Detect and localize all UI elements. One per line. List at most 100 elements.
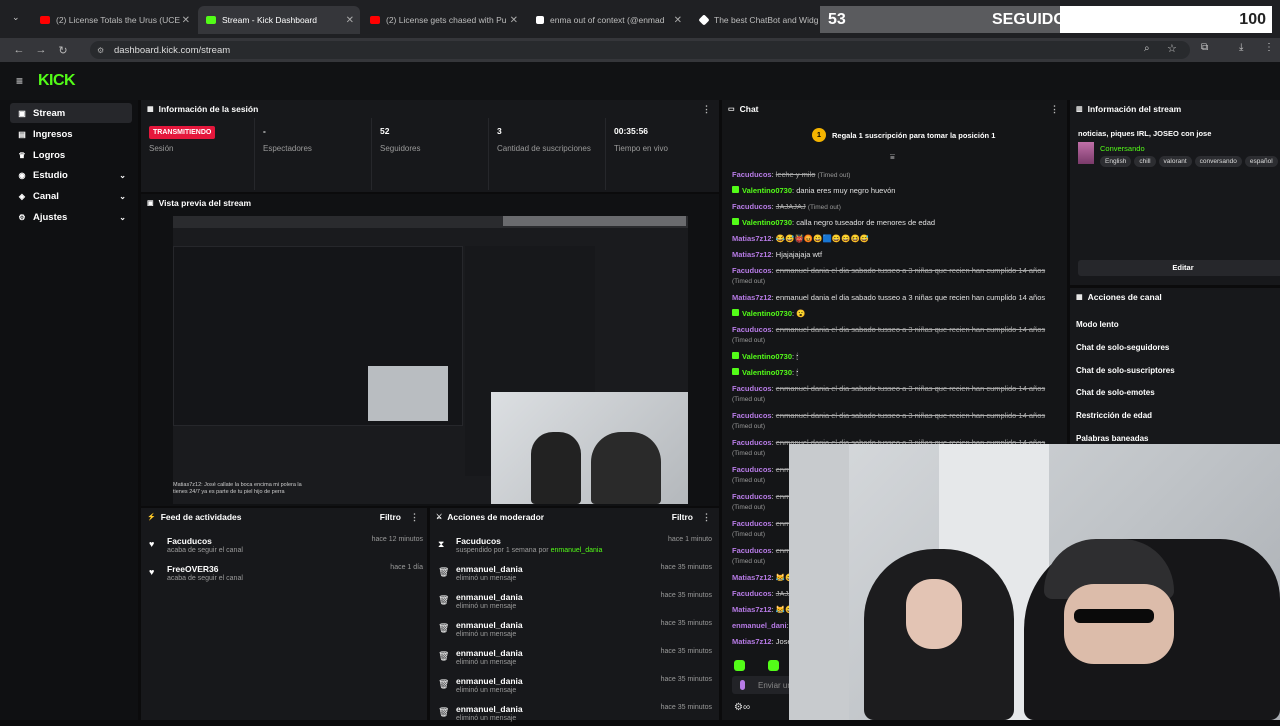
browser-tab-2[interactable]: Stream - Kick Dashboard ✕: [198, 6, 360, 34]
chat-username[interactable]: Valentino0730: [742, 218, 792, 227]
tag[interactable]: valorant: [1158, 156, 1192, 167]
list-item[interactable]: 🗑 enmanuel_dania eliminó un mensaje hace…: [436, 562, 716, 586]
chat-username[interactable]: Valentino0730: [742, 352, 792, 361]
tab-search-icon[interactable]: ⌄: [12, 12, 20, 23]
chat-message[interactable]: Facuducos: leche y milo (Timed out): [732, 170, 1067, 181]
filter-button[interactable]: Filtro: [380, 512, 401, 522]
filter-button[interactable]: Filtro: [672, 512, 693, 522]
chat-message[interactable]: Valentino0730: 😮: [732, 309, 1067, 319]
chat-username[interactable]: Facuducos: [732, 492, 772, 501]
zoom-icon[interactable]: ⌕: [1144, 43, 1150, 54]
age-restriction-toggle[interactable]: Restricción de edad: [1076, 411, 1152, 420]
chat-username[interactable]: Valentino0730: [742, 309, 792, 318]
close-icon[interactable]: ✕: [346, 15, 354, 26]
chat-username[interactable]: Facuducos: [732, 438, 772, 447]
category-thumbnail[interactable]: [1078, 142, 1094, 164]
chat-message[interactable]: Matias7z12: Hjajajajaja wtf: [732, 250, 1067, 260]
chat-username[interactable]: Facuducos: [732, 170, 772, 179]
sidebar-item-estudio[interactable]: ◉ Estudio ⌄: [10, 165, 132, 185]
more-options-icon[interactable]: ⋮: [702, 104, 711, 115]
edit-button[interactable]: Editar: [1078, 260, 1280, 276]
list-item[interactable]: 🗑 enmanuel_dania eliminó un mensaje hace…: [436, 646, 716, 670]
chat-message[interactable]: Valentino0730: 🕯: [732, 368, 1067, 378]
hamburger-menu-icon[interactable]: ≡: [16, 74, 23, 88]
subscribers-only-toggle[interactable]: Chat de solo-suscriptores: [1076, 366, 1175, 375]
sidebar-item-canal[interactable]: ◈ Canal ⌄: [10, 186, 132, 206]
slow-mode-toggle[interactable]: Modo lento: [1076, 320, 1119, 329]
site-info-icon[interactable]: ⚙: [97, 46, 104, 55]
list-item[interactable]: ⧗ Facuducos suspendido por 1 semana por …: [436, 534, 716, 558]
chat-username[interactable]: Facuducos: [732, 519, 772, 528]
chat-username[interactable]: Facuducos: [732, 202, 772, 211]
sidebar-item-logros[interactable]: ♛ Logros: [10, 145, 132, 165]
emote-icon[interactable]: [734, 660, 745, 671]
sidebar-item-ingresos[interactable]: ▤ Ingresos: [10, 124, 132, 144]
download-icon[interactable]: ⤓: [1239, 42, 1243, 53]
url-field[interactable]: ⚙ dashboard.kick.com/stream: [90, 41, 1190, 59]
list-item[interactable]: 🗑 enmanuel_dania eliminó un mensaje hace…: [436, 618, 716, 642]
chat-username[interactable]: Matias7z12: [732, 573, 772, 582]
more-options-icon[interactable]: ⋮: [1050, 104, 1059, 115]
chat-message[interactable]: Facuducos: enmanuel dania el dia sabado …: [732, 411, 1067, 432]
sidebar-item-stream[interactable]: ▣ Stream: [10, 103, 132, 123]
chat-username[interactable]: Facuducos: [732, 411, 772, 420]
chat-message[interactable]: Facuducos: enmanuel dania el dia sabado …: [732, 266, 1067, 287]
tag[interactable]: chill: [1134, 156, 1156, 167]
list-item[interactable]: ♥ FreeOVER36 acaba de seguir el canal ha…: [147, 562, 427, 586]
extensions-icon[interactable]: ⧉: [1201, 42, 1208, 53]
kick-emote-icon[interactable]: [768, 660, 779, 671]
chat-message[interactable]: Matias7z12: 😂😅👹😡😀🟦😄😄😆😅: [732, 234, 1067, 244]
list-item[interactable]: 🗑 enmanuel_dania eliminó un mensaje hace…: [436, 702, 716, 726]
chat-settings-icon[interactable]: ⚙∞: [734, 702, 750, 713]
tag[interactable]: español: [1244, 156, 1278, 167]
chat-username[interactable]: Facuducos: [732, 266, 772, 275]
browser-tab-4[interactable]: enma out of context (@enmad ✕: [528, 6, 688, 34]
list-item[interactable]: 🗑 enmanuel_dania eliminó un mensaje hace…: [436, 590, 716, 614]
chat-message[interactable]: Valentino0730: dania eres muy negro huev…: [732, 186, 1067, 196]
chat-username[interactable]: Facuducos: [732, 546, 772, 555]
tag[interactable]: English: [1100, 156, 1132, 167]
chat-message[interactable]: Facuducos: JAJAJAJ (Timed out): [732, 202, 1067, 213]
chat-username[interactable]: Facuducos: [732, 325, 772, 334]
list-item[interactable]: 🗑 enmanuel_dania eliminó un mensaje hace…: [436, 674, 716, 698]
browser-menu-icon[interactable]: ⋮: [1264, 42, 1274, 53]
collapse-icon[interactable]: ⩸: [890, 152, 895, 162]
chat-username[interactable]: enmanuel_dani: [732, 621, 787, 630]
more-options-icon[interactable]: ⋮: [702, 512, 711, 523]
category-name[interactable]: Conversando: [1100, 144, 1145, 153]
browser-tab-3[interactable]: (2) License gets chased with Pu ✕: [362, 6, 524, 34]
followers-only-toggle[interactable]: Chat de solo-seguidores: [1076, 343, 1169, 352]
stream-preview-video[interactable]: Matias7z12: José callate la boca encima …: [173, 216, 688, 504]
chat-username[interactable]: Facuducos: [732, 589, 772, 598]
chat-message[interactable]: Matias7z12: enmanuel dania el dia sabado…: [732, 293, 1067, 303]
browser-tab-5[interactable]: The best ChatBot and Widge: [692, 6, 818, 34]
chat-message[interactable]: Valentino0730: calla negro tuseador de m…: [732, 218, 1067, 228]
reload-icon[interactable]: ↻: [52, 44, 74, 57]
chat-message[interactable]: Facuducos: enmanuel dania el dia sabado …: [732, 325, 1067, 346]
close-icon[interactable]: ✕: [182, 15, 190, 26]
chat-username[interactable]: Matias7z12: [732, 605, 772, 614]
emotes-only-toggle[interactable]: Chat de solo-emotes: [1076, 388, 1155, 397]
close-icon[interactable]: ✕: [510, 15, 518, 26]
list-item[interactable]: ♥ Facuducos acaba de seguir el canal hac…: [147, 534, 427, 558]
browser-tab-1[interactable]: (2) License Totals the Urus (UCE ✕: [32, 6, 196, 34]
chat-message[interactable]: Facuducos: enmanuel dania el dia sabado …: [732, 384, 1067, 405]
close-icon[interactable]: ✕: [674, 15, 682, 26]
chat-message[interactable]: Valentino0730: 🕯: [732, 352, 1067, 362]
kick-logo[interactable]: KICK: [38, 72, 76, 90]
chat-username[interactable]: Matias7z12: [732, 250, 772, 259]
chat-username[interactable]: Matias7z12: [732, 234, 772, 243]
bookmark-star-icon[interactable]: ☆: [1167, 42, 1177, 55]
chat-username[interactable]: Facuducos: [732, 465, 772, 474]
banned-words-button[interactable]: Palabras baneadas: [1076, 434, 1148, 443]
chat-username[interactable]: Facuducos: [732, 384, 772, 393]
chat-username[interactable]: Matias7z12: [732, 293, 772, 302]
forward-icon[interactable]: →: [30, 44, 52, 56]
chat-username[interactable]: Matias7z12: [732, 637, 772, 646]
chat-username[interactable]: Valentino0730: [742, 368, 792, 377]
sidebar-item-ajustes[interactable]: ⚙ Ajustes ⌄: [10, 207, 132, 227]
chat-username[interactable]: Valentino0730: [742, 186, 792, 195]
more-options-icon[interactable]: ⋮: [410, 512, 419, 523]
pinned-gift-banner[interactable]: 1 Regala 1 suscripción para tomar la pos…: [812, 128, 995, 142]
back-icon[interactable]: ←: [8, 44, 30, 56]
